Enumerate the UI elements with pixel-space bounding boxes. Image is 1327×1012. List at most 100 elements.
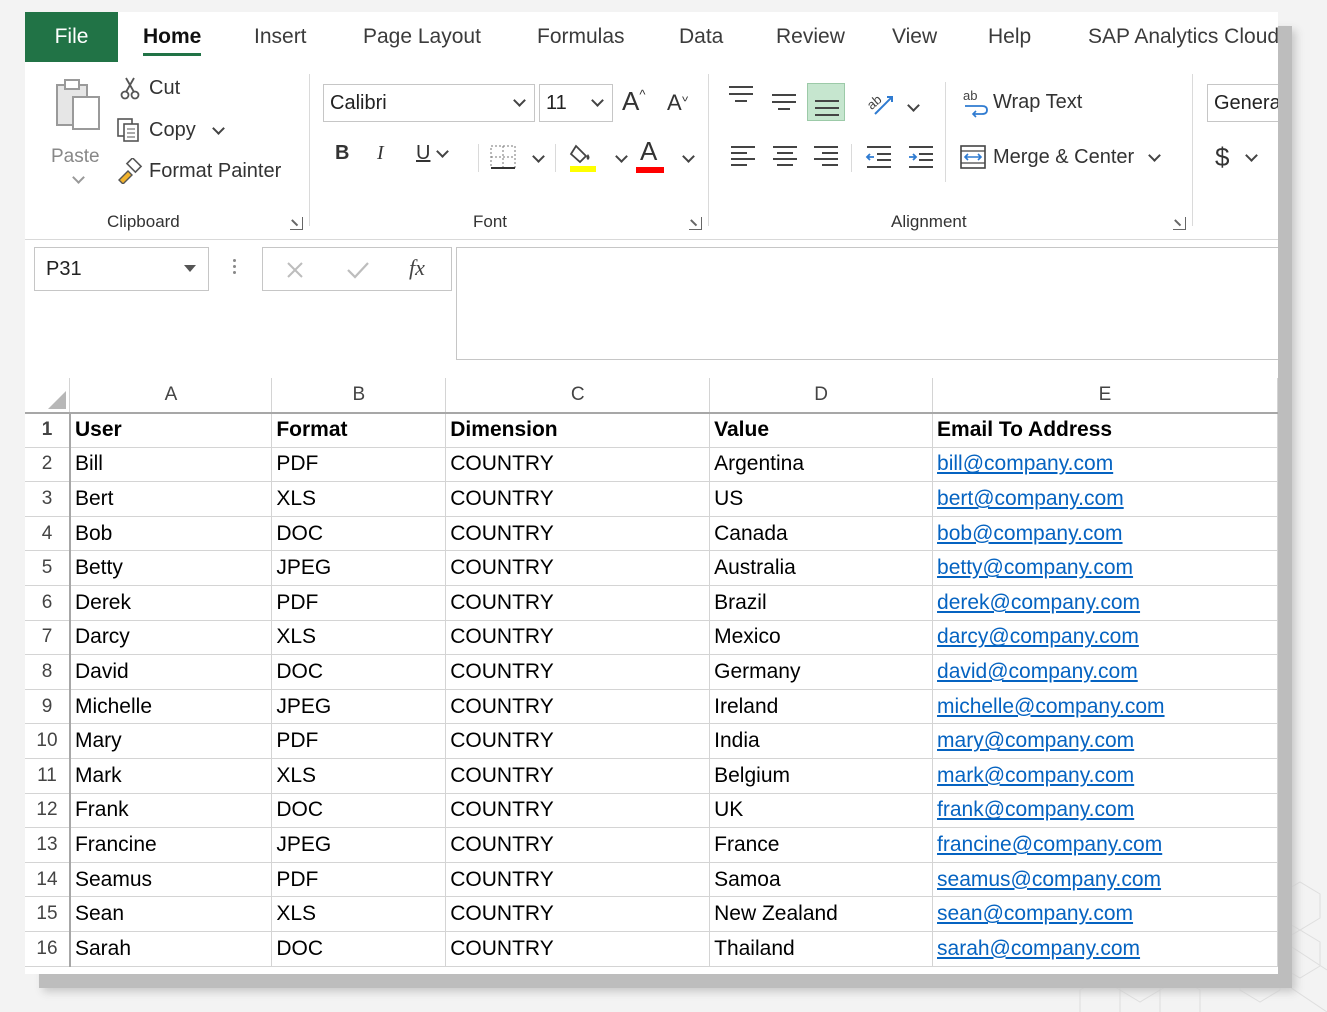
cancel-icon[interactable] [285,260,305,280]
cell-email[interactable]: derek@company.com [932,585,1278,621]
decrease-font-size-button[interactable]: A ^ [667,89,688,116]
cell-value[interactable]: UK [709,793,934,829]
cell-user[interactable]: Frank [69,793,273,829]
alignment-dialog-launcher-icon[interactable] [1173,217,1186,230]
row-header[interactable]: 1 [25,412,71,448]
cell-dimension[interactable]: COUNTRY [445,931,711,967]
cell-email[interactable]: mark@company.com [932,758,1278,794]
cell-format[interactable]: PDF [271,862,447,898]
cell-format[interactable]: XLS [271,896,447,932]
cell-value[interactable]: Belgium [709,758,934,794]
clipboard-dialog-launcher-icon[interactable] [290,217,303,230]
row-header[interactable]: 8 [25,654,71,690]
row-header[interactable]: 4 [25,516,71,552]
cell-format[interactable]: DOC [271,654,447,690]
cell-email[interactable]: michelle@company.com [932,689,1278,725]
underline-button[interactable]: U [416,142,450,165]
cell-value[interactable]: US [709,481,934,517]
font-dialog-launcher-icon[interactable] [689,217,702,230]
cell-format[interactable]: PDF [271,585,447,621]
cell-format[interactable]: XLS [271,758,447,794]
cell-header-format[interactable]: Format [271,412,447,448]
cell-value[interactable]: France [709,827,934,863]
row-header[interactable]: 16 [25,931,71,967]
cell-user[interactable]: Sarah [69,931,273,967]
cell-format[interactable]: JPEG [271,827,447,863]
cell-dimension[interactable]: COUNTRY [445,447,711,483]
cell-format[interactable]: XLS [271,481,447,517]
cell-dimension[interactable]: COUNTRY [445,585,711,621]
format-painter-button[interactable]: Format Painter [149,160,281,183]
formula-input[interactable] [456,247,1278,360]
align-right-icon[interactable] [812,144,840,170]
borders-chevron-icon[interactable] [532,150,545,163]
tab-help[interactable]: Help [988,12,1031,62]
row-header[interactable]: 11 [25,758,71,794]
orientation-chevron-icon[interactable] [907,99,920,112]
cell-value[interactable]: Brazil [709,585,934,621]
formula-bar-resize-handle[interactable] [233,256,237,280]
bottom-align-button[interactable] [807,83,845,121]
cell-dimension[interactable]: COUNTRY [445,758,711,794]
merge-center-button[interactable]: Merge & Center [993,146,1162,169]
cell-value[interactable]: Argentina [709,447,934,483]
cell-email[interactable]: bert@company.com [932,481,1278,517]
cell-format[interactable]: JPEG [271,689,447,725]
cell-user[interactable]: Bob [69,516,273,552]
align-left-icon[interactable] [729,144,757,170]
row-header[interactable]: 2 [25,447,71,483]
middle-align-icon[interactable] [770,92,798,114]
name-box[interactable]: P31 [34,247,209,291]
cell-dimension[interactable]: COUNTRY [445,654,711,690]
top-align-icon[interactable] [727,84,755,106]
paste-button[interactable]: Paste [51,146,100,168]
cell-dimension[interactable]: COUNTRY [445,620,711,656]
cell-user[interactable]: Bert [69,481,273,517]
cell-email[interactable]: sean@company.com [932,896,1278,932]
cell-email[interactable]: bill@company.com [932,447,1278,483]
cell-format[interactable]: DOC [271,793,447,829]
cell-value[interactable]: Ireland [709,689,934,725]
cell-email[interactable]: betty@company.com [932,550,1278,587]
cell-header-user[interactable]: User [69,412,273,448]
merge-center-chevron-icon[interactable] [1148,148,1162,162]
bold-button[interactable]: B [335,142,349,165]
cell-dimension[interactable]: COUNTRY [445,723,711,760]
copy-dropdown-chevron-icon[interactable] [211,121,225,135]
tab-file[interactable]: File [25,12,118,62]
row-header[interactable]: 10 [25,723,71,760]
enter-check-icon[interactable] [345,259,371,281]
cell-user[interactable]: Francine [69,827,273,863]
paste-icon[interactable] [53,77,103,132]
cell-dimension[interactable]: COUNTRY [445,896,711,932]
cell-dimension[interactable]: COUNTRY [445,862,711,898]
cell-dimension[interactable]: COUNTRY [445,516,711,552]
increase-font-size-button[interactable]: A ^ [622,86,645,117]
cell-user[interactable]: Mark [69,758,273,794]
tab-insert[interactable]: Insert [254,12,307,62]
cell-value[interactable]: Thailand [709,931,934,967]
cell-email[interactable]: darcy@company.com [932,620,1278,656]
cell-user[interactable]: Bill [69,447,273,483]
decrease-indent-icon[interactable] [865,144,893,170]
cell-value[interactable]: Samoa [709,862,934,898]
accounting-format-chevron-icon[interactable] [1245,148,1259,162]
cell-email[interactable]: frank@company.com [932,793,1278,829]
cell-user[interactable]: Sean [69,896,273,932]
column-header-b[interactable]: B [271,378,447,414]
column-header-d[interactable]: D [709,378,934,414]
borders-icon[interactable] [489,144,519,172]
copy-button[interactable]: Copy [149,119,225,142]
cell-value[interactable]: India [709,723,934,760]
cell-user[interactable]: Mary [69,723,273,760]
italic-button[interactable]: I [377,142,384,165]
column-header-a[interactable]: A [69,378,273,414]
row-header[interactable]: 6 [25,585,71,621]
tab-home[interactable]: Home [143,12,202,62]
cut-button[interactable]: Cut [149,77,180,100]
cell-header-value[interactable]: Value [709,412,934,448]
wrap-text-button[interactable]: Wrap Text [993,91,1082,114]
row-header[interactable]: 3 [25,481,71,517]
cell-user[interactable]: Seamus [69,862,273,898]
cell-user[interactable]: Michelle [69,689,273,725]
